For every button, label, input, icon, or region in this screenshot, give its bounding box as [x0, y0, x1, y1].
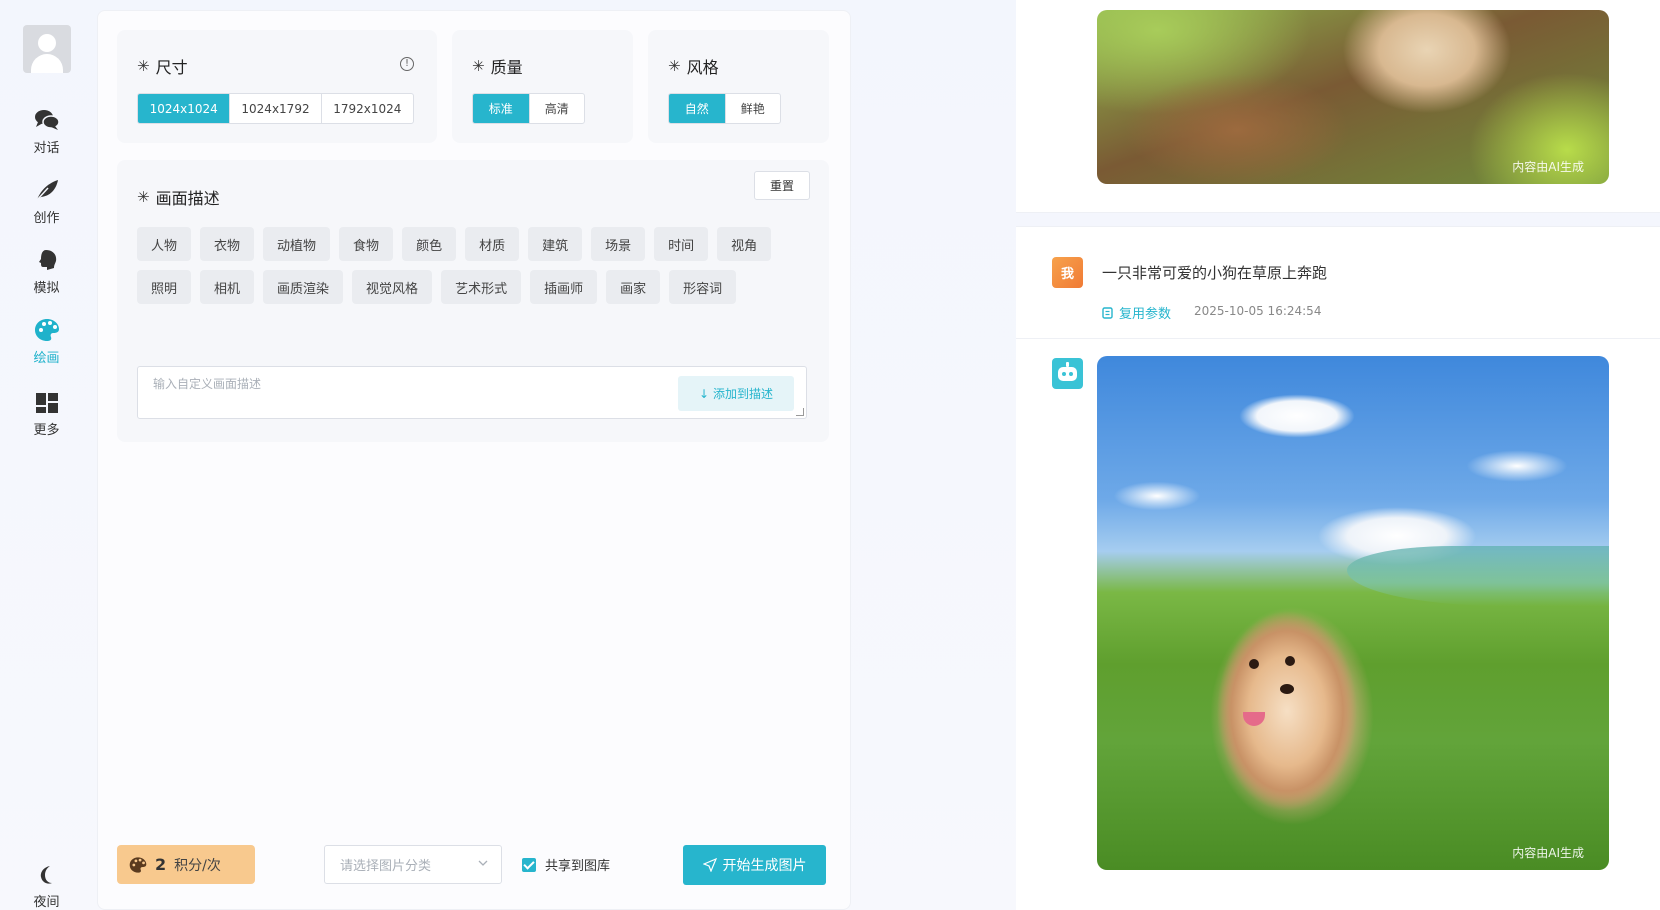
- style-card: [648, 30, 829, 143]
- image-puppy-eye: [1285, 656, 1295, 666]
- palette-icon: [34, 319, 59, 341]
- size-selector: 1024x1024 1024x1792 1792x1024: [137, 93, 414, 124]
- style-option-natural[interactable]: 自然: [669, 94, 725, 123]
- image-lake-band: [1347, 546, 1609, 606]
- sidebar-item-more[interactable]: 更多: [0, 392, 93, 452]
- tag-art-form[interactable]: 艺术形式: [441, 270, 522, 304]
- size-title: ✳ 尺寸: [137, 57, 188, 77]
- feather-icon: [35, 180, 58, 201]
- tag-scene[interactable]: 场景: [591, 227, 646, 261]
- size-option-1792x1024[interactable]: 1792x1024: [320, 94, 413, 123]
- required-star-icon: ✳: [668, 57, 681, 75]
- tag-visual-style[interactable]: 视觉风格: [352, 270, 433, 304]
- ai-watermark: 内容由AI生成: [1512, 846, 1584, 860]
- tag-render-quality[interactable]: 画质渲染: [263, 270, 344, 304]
- night-mode-toggle[interactable]: 夜间: [0, 864, 93, 910]
- ai-watermark: 内容由AI生成: [1512, 160, 1584, 174]
- image-category-placeholder: 请选择图片分类: [340, 859, 432, 874]
- tag-clothing[interactable]: 衣物: [200, 227, 255, 261]
- tag-flora-fauna[interactable]: 动植物: [263, 227, 331, 261]
- share-to-gallery[interactable]: 共享到图库: [522, 855, 610, 874]
- size-option-1024x1024[interactable]: 1024x1024: [138, 94, 230, 123]
- tag-person[interactable]: 人物: [137, 227, 192, 261]
- generate-image-button[interactable]: 开始生成图片: [683, 845, 826, 885]
- required-star-icon: ✳: [137, 188, 150, 206]
- palette-icon: [129, 856, 147, 873]
- quality-option-standard[interactable]: 标准: [473, 94, 529, 123]
- image-puppy-nose: [1280, 684, 1294, 694]
- share-label: 共享到图库: [545, 859, 611, 874]
- sidebar-item-simulate[interactable]: 模拟: [0, 248, 93, 308]
- user-avatar-badge: 我: [1052, 257, 1083, 288]
- chat-icon: [34, 110, 60, 130]
- required-star-icon: ✳: [137, 57, 150, 75]
- resize-handle-icon[interactable]: [796, 408, 804, 416]
- tag-material[interactable]: 材质: [465, 227, 520, 261]
- night-mode-label: 夜间: [33, 895, 60, 910]
- style-option-vivid[interactable]: 鲜艳: [724, 94, 781, 123]
- send-icon: [702, 858, 717, 872]
- sidebar-item-chat[interactable]: 对话: [0, 108, 93, 168]
- description-tags: 人物 衣物 动植物 食物 颜色 材质 建筑 场景 时间 视角 照明 相机 画质渲…: [137, 227, 792, 304]
- style-selector: 自然 鲜艳: [668, 93, 781, 124]
- head-icon: [38, 250, 56, 270]
- reset-button[interactable]: 重置: [754, 171, 810, 200]
- points-value: 2: [155, 855, 167, 874]
- size-card: [117, 30, 437, 143]
- generated-image-puppy[interactable]: 内容由AI生成: [1097, 356, 1609, 870]
- description-title: ✳ 画面描述: [137, 188, 220, 208]
- grid-icon: [35, 393, 58, 413]
- sidebar-item-label: 对话: [33, 141, 60, 156]
- tag-food[interactable]: 食物: [339, 227, 394, 261]
- tag-illustrator[interactable]: 插画师: [530, 270, 598, 304]
- tag-lighting[interactable]: 照明: [137, 270, 192, 304]
- sidebar: 对话 创作 模拟 绘画 更多 夜间: [0, 0, 93, 910]
- generated-image-cat[interactable]: 内容由AI生成: [1097, 10, 1609, 184]
- quality-selector: 标准 高清: [472, 93, 585, 124]
- tag-architecture[interactable]: 建筑: [528, 227, 583, 261]
- tag-camera[interactable]: 相机: [200, 270, 255, 304]
- reuse-params-link[interactable]: 复用参数: [1102, 303, 1171, 322]
- sidebar-item-label: 创作: [33, 211, 60, 226]
- message-timestamp: 2025-10-05 16:24:54: [1194, 304, 1322, 318]
- tag-adjective[interactable]: 形容词: [669, 270, 737, 304]
- custom-description-placeholder: 输入自定义画面描述: [153, 377, 262, 391]
- required-star-icon: ✳: [472, 57, 485, 75]
- quality-card: [452, 30, 633, 143]
- tag-time[interactable]: 时间: [654, 227, 709, 261]
- style-title: ✳ 风格: [668, 57, 719, 77]
- sidebar-item-label: 绘画: [33, 351, 60, 366]
- points-unit: 积分/次: [174, 857, 221, 874]
- image-puppy-shape: [1207, 591, 1367, 831]
- sidebar-item-label: 模拟: [33, 281, 60, 296]
- share-checkbox[interactable]: [522, 857, 536, 872]
- sidebar-item-label: 更多: [33, 423, 60, 438]
- quality-option-hd[interactable]: 高清: [528, 94, 585, 123]
- copy-icon: [1102, 307, 1113, 319]
- arrow-down-icon: ↓: [698, 386, 710, 401]
- drawing-settings-panel: [97, 10, 851, 910]
- message-divider: [1016, 338, 1660, 339]
- sidebar-item-create[interactable]: 创作: [0, 178, 93, 238]
- info-icon[interactable]: !: [400, 57, 414, 71]
- add-to-description-button[interactable]: ↓ 添加到描述: [678, 376, 794, 411]
- quality-title: ✳ 质量: [472, 57, 523, 77]
- image-puppy-eye: [1249, 659, 1259, 669]
- prompt-text: 一只非常可爱的小狗在草原上奔跑: [1102, 264, 1328, 282]
- image-category-select[interactable]: 请选择图片分类: [324, 845, 502, 884]
- bot-avatar-icon: [1052, 358, 1083, 389]
- tag-perspective[interactable]: 视角: [717, 227, 772, 261]
- size-option-1024x1792[interactable]: 1024x1792: [229, 94, 320, 123]
- tag-painter[interactable]: 画家: [606, 270, 661, 304]
- chevron-down-icon: [478, 860, 488, 866]
- moon-icon: [40, 866, 52, 884]
- sidebar-item-draw[interactable]: 绘画: [0, 318, 93, 378]
- tag-color[interactable]: 颜色: [402, 227, 457, 261]
- user-avatar[interactable]: [23, 25, 71, 73]
- points-cost-badge: 2 积分/次: [117, 845, 255, 884]
